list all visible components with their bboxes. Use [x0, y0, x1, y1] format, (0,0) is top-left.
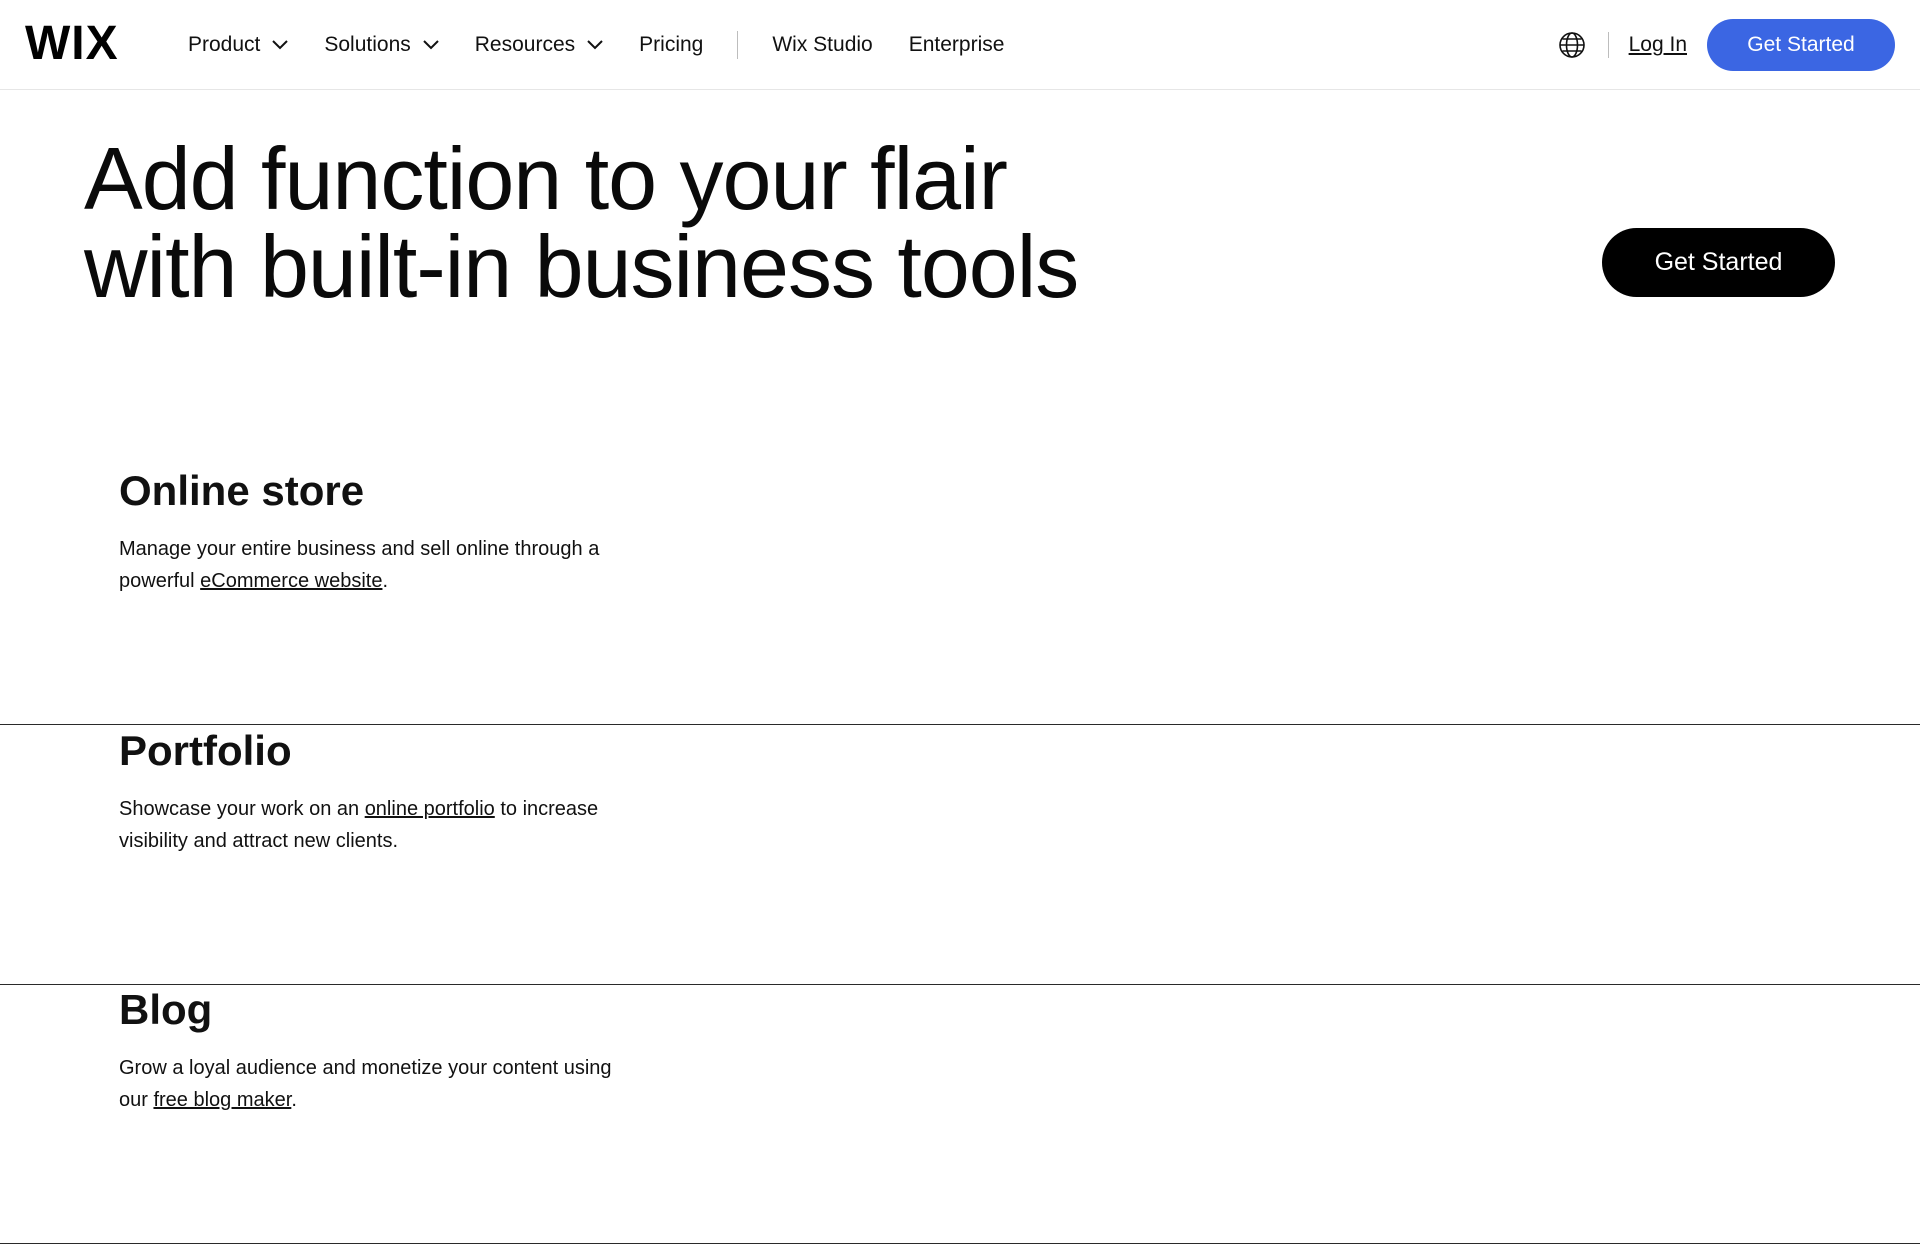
feature-online-store: Online store Manage your entire business… [0, 466, 1920, 725]
hero-title: Add function to your flair with built-in… [84, 135, 1184, 311]
nav-solutions[interactable]: Solutions [324, 33, 439, 57]
feature-description: Manage your entire business and sell onl… [119, 533, 639, 597]
feature-description: Showcase your work on an online portfoli… [119, 793, 639, 857]
get-started-hero-button[interactable]: Get Started [1602, 228, 1835, 297]
feature-desc-text-end: . [382, 570, 389, 592]
nav-resources-label: Resources [474, 33, 576, 56]
header-divider [1607, 32, 1609, 58]
nav-solutions-label: Solutions [324, 33, 411, 56]
nav-product-label: Product [188, 33, 261, 56]
feature-title: Blog [119, 986, 213, 1033]
wix-logo[interactable]: WIX [25, 20, 119, 68]
ecommerce-website-link[interactable]: eCommerce website [200, 570, 382, 592]
get-started-header-button[interactable]: Get Started [1707, 19, 1895, 71]
nav-pricing[interactable]: Pricing [639, 33, 703, 57]
nav-pricing-label: Pricing [639, 33, 704, 56]
main-nav: Product Solutions Resources Pricing Wix … [188, 0, 1040, 90]
feature-blog: Blog Grow a loyal audience and monetize … [0, 985, 1920, 1244]
feature-title: Portfolio [119, 727, 292, 774]
feature-description: Grow a loyal audience and monetize your … [119, 1052, 639, 1116]
feature-desc-text: Showcase your work on an [119, 798, 365, 820]
feature-desc-text-end: . [291, 1089, 297, 1111]
free-blog-maker-link[interactable]: free blog maker [153, 1089, 291, 1111]
hero-title-line-2: with built-in business tools [84, 217, 1079, 316]
online-portfolio-link[interactable]: online portfolio [365, 798, 495, 820]
nav-divider [737, 31, 739, 59]
nav-enterprise[interactable]: Enterprise [909, 33, 1005, 57]
chevron-down-icon [423, 40, 439, 50]
nav-wix-studio-label: Wix Studio [772, 33, 873, 56]
globe-icon[interactable] [1558, 31, 1586, 59]
login-link[interactable]: Log In [1629, 33, 1687, 57]
top-navigation-bar: WIX Product Solutions Resources Pricing … [0, 0, 1920, 90]
hero-title-line-1: Add function to your flair [84, 129, 1008, 228]
feature-portfolio: Portfolio Showcase your work on an onlin… [0, 726, 1920, 985]
feature-title: Online store [119, 467, 365, 514]
nav-enterprise-label: Enterprise [908, 33, 1005, 56]
header-actions: Log In Get Started [1558, 0, 1895, 90]
nav-wix-studio[interactable]: Wix Studio [772, 33, 872, 57]
nav-resources[interactable]: Resources [475, 33, 603, 57]
chevron-down-icon [587, 40, 603, 50]
nav-product[interactable]: Product [188, 33, 289, 57]
chevron-down-icon [272, 40, 289, 50]
